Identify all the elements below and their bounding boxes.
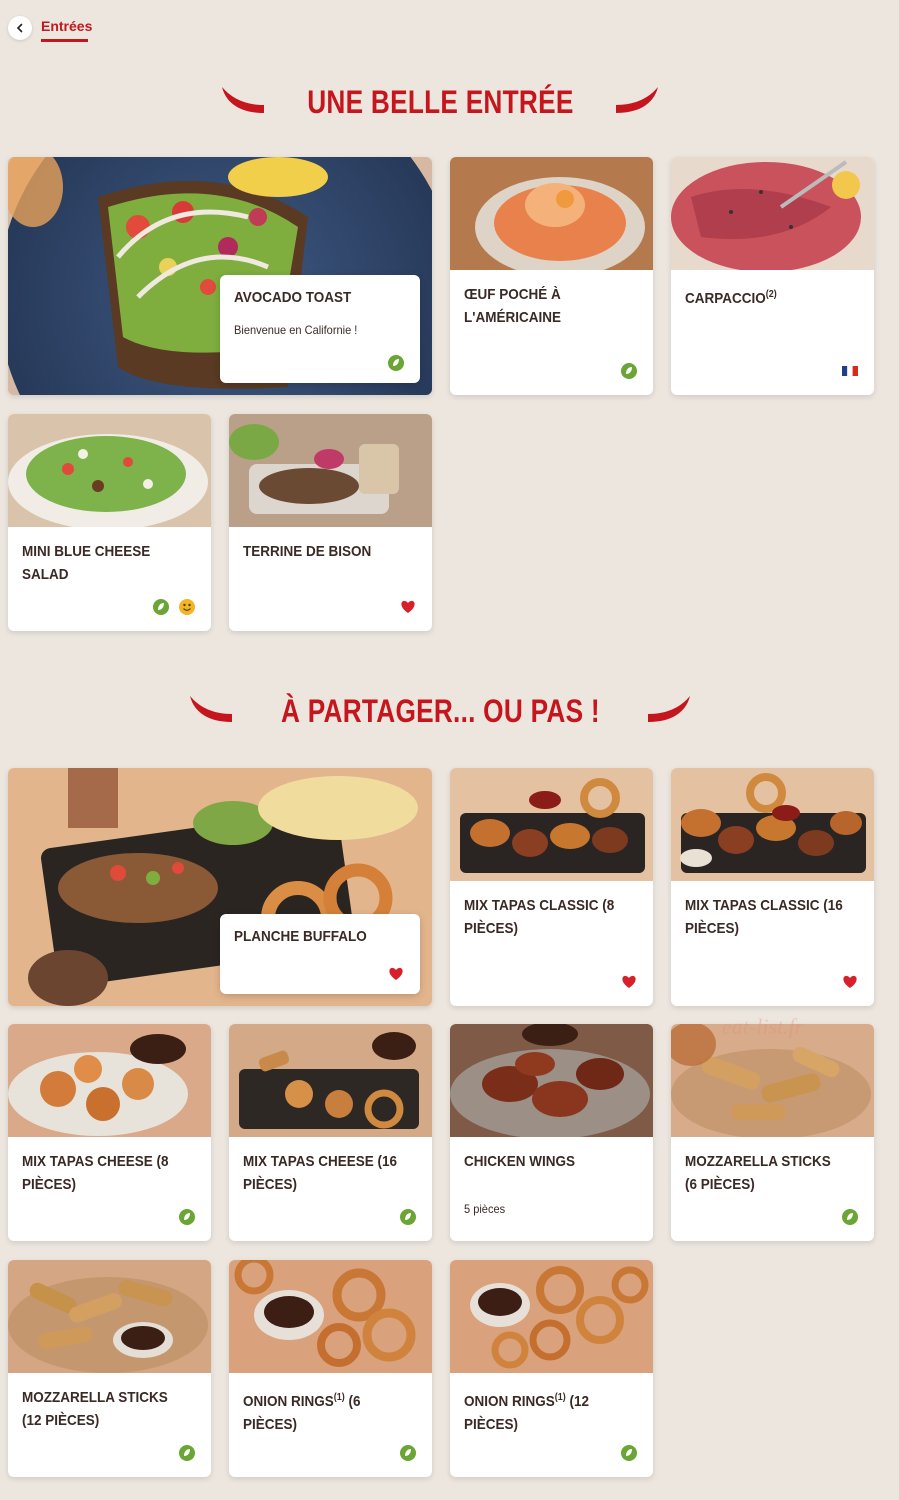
dish-name: CHICKEN WINGS (464, 1153, 576, 1170)
horn-left-icon (221, 86, 264, 113)
dish-name: ONION RINGS(1) (6 PIÈCES) (243, 1392, 361, 1433)
onion-rings-photo (450, 1260, 653, 1373)
menu-card-avocado-toast[interactable]: AVOCADO TOAST Bienvenue en Californie ! (8, 157, 432, 395)
menu-card-chicken-wings[interactable]: CHICKEN WINGS 5 pièces (450, 1024, 653, 1241)
menu-card-terrine-de-bison[interactable]: TERRINE DE BISON (229, 414, 432, 631)
mix-tapas-cheese-photo (229, 1024, 432, 1137)
menu-card-mix-tapas-classic-8[interactable]: MIX TAPAS CLASSIC (8 PIÈCES) (450, 768, 653, 1006)
dish-name: TERRINE DE BISON (243, 543, 372, 560)
salad-photo (8, 414, 211, 527)
horn-right-icon (648, 695, 691, 722)
featured-info-box: PLANCHE BUFFALO (220, 914, 420, 994)
dish-name: MOZZARELLA STICKS (6 PIÈCES) (685, 1153, 831, 1193)
dish-description: Bienvenue en Californie ! (234, 323, 358, 337)
terrine-photo (229, 414, 432, 527)
veggie-icon (621, 1445, 637, 1461)
veggie-icon (621, 363, 637, 379)
chicken-wings-photo (450, 1024, 653, 1137)
heart-icon (843, 975, 857, 988)
menu-card-mozzarella-sticks-6[interactable]: MOZZARELLA STICKS (6 PIÈCES) (671, 1024, 874, 1241)
mozzarella-sticks-photo (8, 1260, 211, 1373)
carpaccio-photo (671, 157, 874, 270)
heart-icon (401, 600, 415, 613)
mix-tapas-cheese-photo (8, 1024, 211, 1137)
dish-name: MIX TAPAS CHEESE (8 PIÈCES) (22, 1153, 169, 1193)
veggie-icon (179, 1209, 195, 1225)
menu-card-mix-tapas-cheese-8[interactable]: MIX TAPAS CHEESE (8 PIÈCES) (8, 1024, 211, 1241)
mix-tapas-classic-photo (671, 768, 874, 881)
chevron-left-icon (16, 23, 23, 33)
menu-card-planche-buffalo[interactable]: PLANCHE BUFFALO (8, 768, 432, 1006)
section-heading-entrees: UNE BELLE ENTRÉE (0, 84, 880, 121)
dish-name: CARPACCIO(2) (685, 289, 777, 307)
menu-card-carpaccio[interactable]: CARPACCIO(2) (671, 157, 874, 395)
breadcrumb-underline (41, 39, 88, 42)
dish-description: 5 pièces (464, 1202, 506, 1216)
featured-info-box: AVOCADO TOAST Bienvenue en Californie ! (220, 275, 420, 383)
onion-rings-photo (229, 1260, 432, 1373)
watermark: eat-list.fr (722, 1014, 804, 1039)
back-button[interactable] (8, 16, 32, 40)
section-title: À PARTAGER... OU PAS ! (280, 693, 600, 729)
veggie-icon (153, 599, 169, 615)
dish-name: MIX TAPAS CLASSIC (8 PIÈCES) (464, 897, 615, 937)
heart-icon (389, 967, 403, 980)
veggie-icon (400, 1445, 416, 1461)
menu-card-mix-tapas-cheese-16[interactable]: MIX TAPAS CHEESE (16 PIÈCES) (229, 1024, 432, 1241)
dish-name: MIX TAPAS CHEESE (16 PIÈCES) (243, 1153, 398, 1193)
veggie-icon (400, 1209, 416, 1225)
menu-card-onion-rings-12[interactable]: ONION RINGS(1) (12 PIÈCES) (450, 1260, 653, 1477)
section-heading-a-partager: À PARTAGER... OU PAS ! (0, 693, 880, 730)
mozzarella-sticks-photo (671, 1024, 874, 1137)
veggie-icon (388, 355, 404, 371)
french-flag-icon (842, 365, 858, 377)
horn-left-icon (189, 695, 232, 722)
section-title: UNE BELLE ENTRÉE (306, 84, 574, 120)
dish-name: MIX TAPAS CLASSIC (16 PIÈCES) (685, 897, 843, 937)
menu-card-onion-rings-6[interactable]: ONION RINGS(1) (6 PIÈCES) (229, 1260, 432, 1477)
menu-card-mozzarella-sticks-12[interactable]: MOZZARELLA STICKS (12 PIÈCES) (8, 1260, 211, 1477)
breadcrumb[interactable]: Entrées (41, 18, 92, 34)
dish-name: AVOCADO TOAST (234, 289, 352, 306)
veggie-icon (179, 1445, 195, 1461)
menu-card-oeuf-poche[interactable]: ŒUF POCHÉ À L'AMÉRICAINE (450, 157, 653, 395)
horn-right-icon (616, 86, 659, 113)
dish-name: PLANCHE BUFFALO (234, 928, 367, 945)
heart-icon (622, 975, 636, 988)
menu-card-mix-tapas-classic-16[interactable]: MIX TAPAS CLASSIC (16 PIÈCES) (671, 768, 874, 1006)
dish-name: ONION RINGS(1) (12 PIÈCES) (464, 1392, 590, 1433)
dish-name: ŒUF POCHÉ À L'AMÉRICAINE (464, 286, 561, 326)
mix-tapas-classic-photo (450, 768, 653, 881)
veggie-icon (842, 1209, 858, 1225)
oeuf-poche-photo (450, 157, 653, 270)
dish-name: MOZZARELLA STICKS (12 PIÈCES) (22, 1389, 168, 1429)
smiley-icon (179, 599, 195, 615)
dish-name: MINI BLUE CHEESE SALAD (22, 543, 151, 583)
menu-card-mini-blue-cheese-salad[interactable]: MINI BLUE CHEESE SALAD (8, 414, 211, 631)
